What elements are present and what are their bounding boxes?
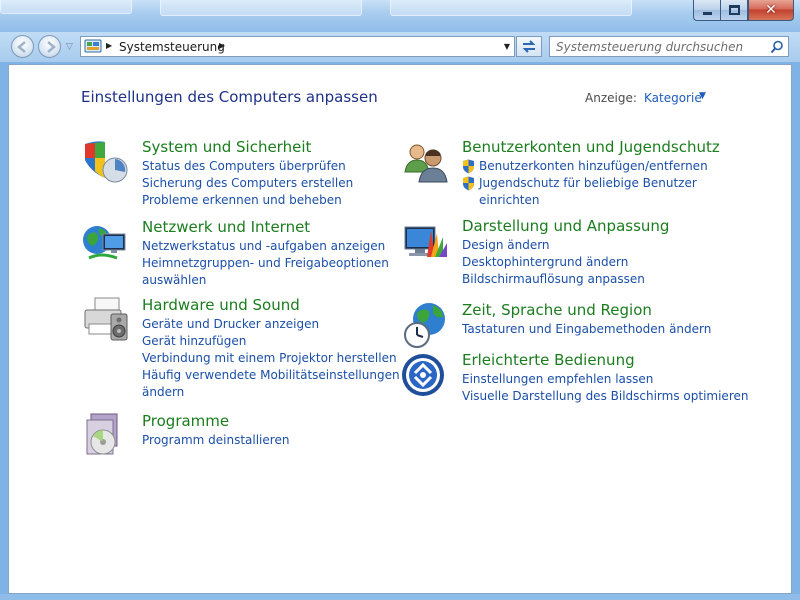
uac-shield-icon <box>463 176 474 191</box>
category-link[interactable]: Heimnetzgruppen- und Freigabeoptionen <box>142 255 389 272</box>
search-icon[interactable] <box>770 40 784 54</box>
address-bar[interactable]: ▶ Systemsteuerung ▶ ▼ <box>80 36 515 57</box>
category-hardware-sound: Hardware und Sound Geräte und Drucker an… <box>81 296 400 399</box>
ease-of-access-icon[interactable] <box>401 351 449 399</box>
category-title[interactable]: Netzwerk und Internet <box>142 218 310 236</box>
category-link[interactable]: Desktophintergrund ändern <box>462 254 645 271</box>
dropdown-arrow-icon[interactable]: ▼ <box>699 91 706 101</box>
background-window-decoration <box>0 0 132 14</box>
back-button[interactable] <box>11 35 34 58</box>
close-button[interactable]: ✕ <box>748 0 794 21</box>
content-area: Einstellungen des Computers anpassen Anz… <box>8 64 792 594</box>
category-link[interactable]: Programm deinstallieren <box>142 432 289 449</box>
forward-arrow-icon <box>47 41 56 53</box>
minimize-icon <box>702 11 712 15</box>
address-dropdown-icon[interactable]: ▼ <box>504 42 510 51</box>
category-system-security: System und Sicherheit Status des Compute… <box>81 138 381 208</box>
category-title[interactable]: Zeit, Sprache und Region <box>462 301 652 319</box>
back-arrow-icon <box>17 41 26 53</box>
programs-icon[interactable] <box>81 412 129 460</box>
category-link[interactable]: Netzwerkstatus und -aufgaben anzeigen <box>142 238 389 255</box>
category-link[interactable]: Gerät hinzufügen <box>142 333 400 350</box>
category-title[interactable]: Benutzerkonten und Jugendschutz <box>462 138 720 156</box>
minimize-button[interactable] <box>693 0 720 21</box>
category-link[interactable]: Status des Computers überprüfen <box>142 158 353 175</box>
appearance-icon[interactable] <box>401 217 449 265</box>
hardware-sound-icon[interactable] <box>81 296 129 344</box>
window-bottom-frame <box>0 594 800 600</box>
breadcrumb-control-panel[interactable]: Systemsteuerung <box>119 40 225 54</box>
view-by-label: Anzeige: <box>585 91 637 105</box>
category-link[interactable]: Verbindung mit einem Projektor herstelle… <box>142 350 400 367</box>
category-title[interactable]: Darstellung und Anpassung <box>462 217 669 235</box>
category-link-label: Jugendschutz für beliebige Benutzer <box>479 176 697 190</box>
category-link[interactable]: auswählen <box>142 272 389 289</box>
category-clock-language-region: Zeit, Sprache und Region Tastaturen und … <box>401 301 721 356</box>
category-link[interactable]: Tastaturen und Eingabemethoden ändern <box>462 321 711 338</box>
category-link[interactable]: Benutzerkonten hinzufügen/entfernen <box>462 158 708 175</box>
background-window-decoration <box>160 0 362 16</box>
category-appearance: Darstellung und Anpassung Design ändern … <box>401 217 721 287</box>
category-network-internet: Netzwerk und Internet Netzwerkstatus und… <box>81 218 389 288</box>
category-link[interactable]: Visuelle Darstellung des Bildschirms opt… <box>462 388 748 405</box>
category-programs: Programme Programm deinstallieren <box>81 412 381 462</box>
category-link[interactable]: Probleme erkennen und beheben <box>142 192 353 209</box>
system-security-icon[interactable] <box>81 138 129 186</box>
page-title: Einstellungen des Computers anpassen <box>81 88 378 106</box>
category-link[interactable]: Bildschirmauflösung anpassen <box>462 271 645 288</box>
navigation-bar: ▽ ▶ Systemsteuerung ▶ ▼ Systemsteuerung … <box>0 32 800 62</box>
clock-language-region-icon[interactable] <box>401 301 449 349</box>
category-title[interactable]: Hardware und Sound <box>142 296 300 314</box>
category-title[interactable]: Erleichterte Bedienung <box>462 351 635 369</box>
category-link[interactable]: Geräte und Drucker anzeigen <box>142 316 400 333</box>
category-title[interactable]: System und Sicherheit <box>142 138 311 156</box>
breadcrumb-separator-icon[interactable]: ▶ <box>219 41 225 50</box>
control-panel-icon <box>84 39 102 53</box>
recent-pages-dropdown[interactable]: ▽ <box>66 42 73 52</box>
category-link[interactable]: Häufig verwendete Mobilitätseinstellunge… <box>142 367 400 384</box>
category-link[interactable]: Design ändern <box>462 237 645 254</box>
category-title[interactable]: Programme <box>142 412 229 430</box>
uac-shield-icon <box>463 159 474 174</box>
category-link[interactable]: Sicherung des Computers erstellen <box>142 175 353 192</box>
window-controls: ✕ <box>693 0 794 21</box>
category-ease-of-access: Erleichterte Bedienung Einstellungen emp… <box>401 351 748 406</box>
category-link-label: Benutzerkonten hinzufügen/entfernen <box>479 159 708 173</box>
network-icon[interactable] <box>81 218 129 266</box>
close-icon: ✕ <box>765 2 777 18</box>
category-user-accounts: Benutzerkonten und Jugendschutz Benutzer… <box>401 138 721 208</box>
title-bar[interactable]: ✕ <box>0 0 800 32</box>
refresh-icon <box>522 40 536 53</box>
category-link[interactable]: ändern <box>142 384 400 401</box>
maximize-icon <box>728 5 740 15</box>
category-link[interactable]: einrichten <box>462 192 708 209</box>
category-link[interactable]: Jugendschutz für beliebige Benutzer <box>462 175 708 192</box>
refresh-button[interactable] <box>516 36 542 57</box>
search-box[interactable]: Systemsteuerung durchsuchen <box>549 36 789 57</box>
maximize-button[interactable] <box>720 0 748 21</box>
category-link[interactable]: Einstellungen empfehlen lassen <box>462 371 748 388</box>
breadcrumb-separator-icon[interactable]: ▶ <box>106 41 112 50</box>
forward-button[interactable] <box>38 35 61 58</box>
user-accounts-icon[interactable] <box>401 138 449 186</box>
search-input[interactable]: Systemsteuerung durchsuchen <box>556 40 743 54</box>
view-by-dropdown[interactable]: Kategorie <box>644 91 702 105</box>
background-window-decoration <box>390 0 632 16</box>
